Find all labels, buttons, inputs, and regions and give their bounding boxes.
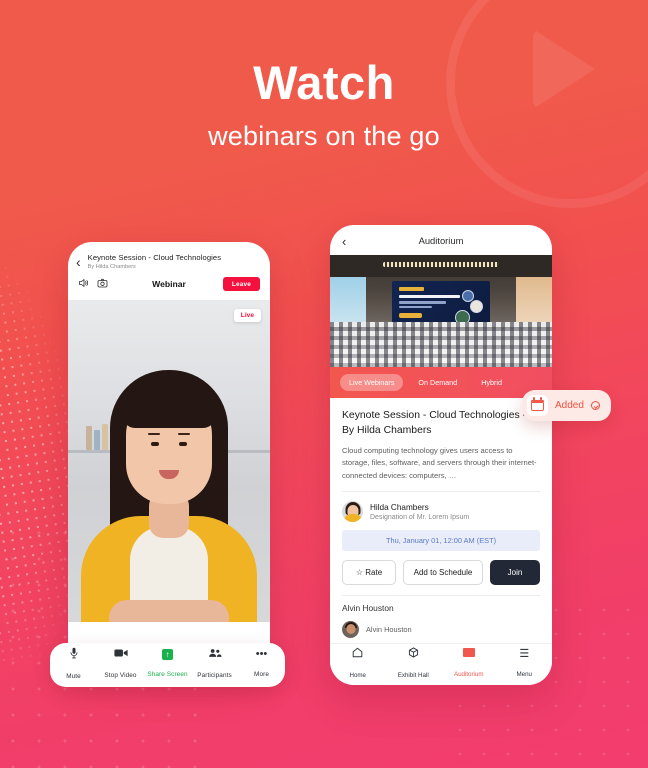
right-phone-mockup: ‹ Auditorium Live Webinars On Demand Hyb… xyxy=(330,225,552,685)
presenter-eye-right xyxy=(179,442,187,446)
toolbar-item-more[interactable]: ••• More xyxy=(238,649,285,681)
page-subtitle: webinars on the go xyxy=(208,120,440,151)
check-circle-icon xyxy=(590,401,600,410)
headline-block: Watch webinars on the go xyxy=(0,56,648,152)
hamburger-menu-icon: ☰ xyxy=(519,647,530,660)
nav-label-auditorium: Auditorium xyxy=(453,671,484,678)
auditorium-icon xyxy=(441,648,497,660)
session-description: Cloud computing technology gives users a… xyxy=(342,446,537,480)
presenter-eyebrow-right xyxy=(178,433,190,435)
session-title: Keynote Session - Cloud Technologies - B… xyxy=(342,410,527,437)
nav-item-exhibit-hall[interactable]: Exhibit Hall xyxy=(386,647,442,682)
auditorium-window-right xyxy=(516,277,552,329)
video-camera-icon xyxy=(97,648,144,661)
tab-live-webinars[interactable]: Live Webinars xyxy=(340,374,404,391)
speaker-name: Hilda Chambers xyxy=(370,502,429,512)
add-to-schedule-button[interactable]: Add to Schedule xyxy=(403,560,483,586)
speaker-designation: Designation of Mr. Lorem Ipsum xyxy=(370,513,470,521)
rate-button[interactable]: ☆ Rate xyxy=(342,560,396,586)
exhibit-hall-icon xyxy=(386,647,442,661)
camera-icon[interactable] xyxy=(97,278,108,291)
left-phone-mockup: ‹ Keynote Session - Cloud Technologies B… xyxy=(68,242,270,670)
session-datetime: Thu, January 01, 12:00 AM (EST) xyxy=(342,530,540,552)
page-title: Watch xyxy=(253,56,395,109)
auditorium-light-rig xyxy=(383,262,499,267)
bottom-navigation: Home Exhibit Hall Auditorium ☰ Menu xyxy=(330,643,552,685)
session-actions: ☆ Rate Add to Schedule Join xyxy=(342,560,540,586)
toolbar-item-share-screen[interactable]: ↑ Share Screen xyxy=(144,649,191,681)
toolbar-item-participants[interactable]: Participants xyxy=(191,648,238,682)
nav-item-menu[interactable]: ☰ Menu xyxy=(497,647,553,681)
auditorium-audience xyxy=(330,322,552,367)
leave-button[interactable]: Leave xyxy=(222,277,260,291)
auditorium-stage-screen xyxy=(392,281,490,327)
added-badge: Added xyxy=(522,390,611,421)
auditorium-window-left xyxy=(330,277,366,329)
toolbar-label-participants: Participants xyxy=(197,672,232,679)
next-session-card[interactable]: Alvin Houston Alvin Houston xyxy=(342,595,540,639)
auditorium-title: Auditorium xyxy=(418,234,464,246)
tab-on-demand[interactable]: On Demand xyxy=(409,374,466,391)
next-session-title: Alvin Houston xyxy=(342,603,394,614)
toolbar-label-more: More xyxy=(254,671,269,678)
home-icon xyxy=(330,647,386,661)
more-dots-icon: ••• xyxy=(255,648,268,660)
toolbar-label-share-screen: Share Screen xyxy=(147,671,188,678)
nav-item-auditorium[interactable]: Auditorium xyxy=(441,648,497,681)
rate-label: Rate xyxy=(365,568,383,578)
presenter-arms xyxy=(109,600,229,622)
session-card: Keynote Session - Cloud Technologies - B… xyxy=(330,398,552,639)
presenter-eyebrow-left xyxy=(148,433,160,435)
nav-item-home[interactable]: Home xyxy=(330,647,386,682)
presenter-eye-left xyxy=(151,442,159,446)
join-button[interactable]: Join xyxy=(490,560,540,586)
back-icon[interactable]: ‹ xyxy=(76,253,81,269)
microphone-icon xyxy=(50,647,97,662)
meeting-toolbar: Mute Stop Video ↑ Share Screen Participa… xyxy=(50,643,285,687)
toolbar-label-mute: Mute xyxy=(66,673,81,680)
speaker-row: Hilda Chambers Designation of Mr. Lorem … xyxy=(342,492,540,530)
nav-label-menu: Menu xyxy=(516,670,532,678)
added-label: Added xyxy=(555,400,584,411)
auditorium-hero-image xyxy=(330,255,552,367)
nav-label-exhibit-hall: Exhibit Hall xyxy=(397,672,429,679)
participants-icon xyxy=(191,648,238,661)
webinar-tabs: Live Webinars On Demand Hybrid xyxy=(330,367,552,398)
star-icon: ☆ xyxy=(355,568,364,578)
share-screen-icon: ↑ xyxy=(144,649,191,660)
speaker-icon[interactable] xyxy=(78,278,89,291)
toolbar-item-stop-video[interactable]: Stop Video xyxy=(97,648,144,682)
next-speaker-name: Alvin Houston xyxy=(366,625,412,635)
speaker-avatar xyxy=(342,501,363,523)
webinar-video-feed: Live xyxy=(68,300,270,622)
webinar-controls-bar: Webinar Leave xyxy=(68,276,270,300)
tab-hybrid[interactable]: Hybrid xyxy=(472,374,511,391)
next-speaker-avatar xyxy=(342,621,359,639)
poster-canvas: Watch webinars on the go ‹ Keynote Sessi… xyxy=(0,0,648,768)
nav-label-home: Home xyxy=(349,672,366,679)
live-badge: Live xyxy=(233,309,261,322)
toolbar-label-stop-video: Stop Video xyxy=(104,672,137,679)
calendar-icon xyxy=(527,395,548,416)
webinar-header: ‹ Keynote Session - Cloud Technologies B… xyxy=(68,242,270,276)
webinar-subtitle: By Hilda Chambers xyxy=(87,264,136,270)
auditorium-header: ‹ Auditorium xyxy=(330,225,552,255)
presenter-hair-front xyxy=(122,384,216,428)
toolbar-item-mute[interactable]: Mute xyxy=(50,647,97,683)
webinar-title: Keynote Session - Cloud Technologies xyxy=(87,253,222,262)
